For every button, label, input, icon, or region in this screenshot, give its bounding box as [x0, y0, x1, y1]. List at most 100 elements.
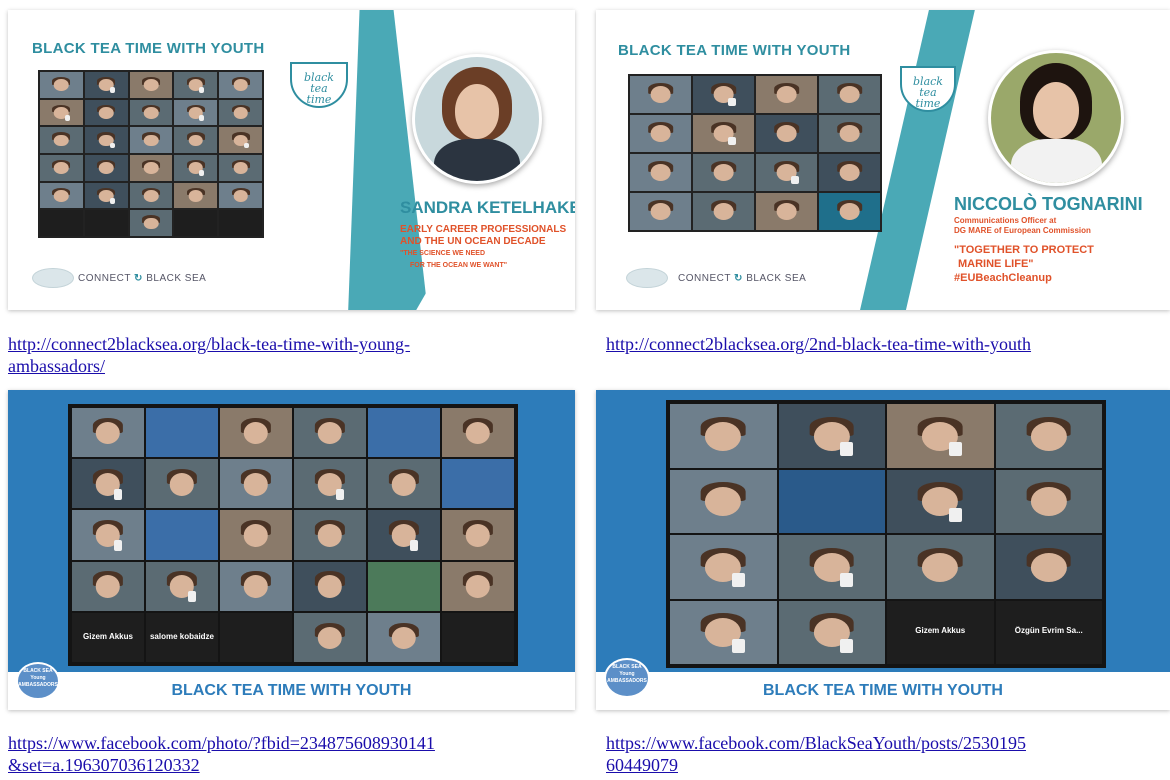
- participant-tile: [995, 404, 1102, 468]
- speaker-role-line-1: Communications Officer at: [954, 216, 1057, 225]
- participant-tile: [129, 127, 173, 153]
- empty-tile: [219, 210, 262, 236]
- participant-tile: [40, 127, 83, 153]
- participant-tile: [219, 99, 262, 126]
- participant-tile: [819, 76, 880, 113]
- participant-tile: [219, 154, 262, 181]
- connect-black-sea-brand: CONNECT ↻ BLACK SEA: [678, 273, 807, 284]
- name-tile: Gizem Akkus: [887, 600, 994, 664]
- participant-tile: [72, 459, 144, 509]
- participant-tile: [40, 182, 83, 209]
- participant-tile: [756, 193, 817, 230]
- participant-tile: [129, 72, 173, 98]
- participant-tile: [174, 72, 218, 98]
- participant-tile: [294, 408, 366, 458]
- zoom-screenshot-2: Gizem Akkus Özgün Evrim Sa... BLACK TEA …: [596, 390, 1170, 710]
- participant-tile: [294, 612, 366, 662]
- participant-tile: [174, 154, 218, 181]
- participant-tile: [887, 469, 994, 533]
- participant-tile: [174, 182, 218, 209]
- participant-tile: [670, 535, 777, 599]
- talk-title-line-2: AND THE UN OCEAN DECADE: [400, 236, 546, 247]
- video-call-grid: [628, 74, 882, 232]
- participant-tile: [778, 535, 885, 599]
- empty-tile: [84, 210, 128, 236]
- video-call-grid: Gizem Akkus salome kobaidze: [70, 406, 516, 664]
- participant-tile: [129, 154, 173, 181]
- footer-title: BLACK TEA TIME WITH YOUTH: [171, 682, 412, 699]
- participant-tile: [819, 193, 880, 230]
- connect-wave-icon: ↻: [734, 273, 743, 284]
- participant-tile: [995, 469, 1102, 533]
- ambassadors-badge-icon: BLACK SEA Young AMBASSADORS: [604, 658, 650, 698]
- participant-tile: [630, 76, 691, 113]
- participant-tile: [368, 612, 440, 662]
- participant-tile: [693, 193, 754, 230]
- participant-tile: [174, 99, 218, 126]
- participant-tile: [40, 99, 83, 126]
- participant-tile: [129, 210, 173, 236]
- hashtag: #EUBeachCleanup: [954, 272, 1052, 284]
- participant-tile: [220, 459, 292, 509]
- participant-tile: [368, 459, 440, 509]
- participant-tile: [368, 561, 440, 611]
- participant-tile: [670, 469, 777, 533]
- participant-tile: [756, 154, 817, 191]
- link-facebook-photo[interactable]: https://www.facebook.com/photo/?fbid=234…: [8, 732, 583, 778]
- participant-tile: [129, 99, 173, 126]
- video-call-grid: [38, 70, 264, 238]
- participant-tile: [778, 600, 885, 664]
- connect-black-sea-brand: CONNECT ↻ BLACK SEA: [78, 273, 207, 284]
- speaker-role-line-2: DG MARE of European Commission: [954, 226, 1091, 235]
- participant-tile: [670, 404, 777, 468]
- black-sea-map-icon: [626, 268, 668, 288]
- participant-tile: [40, 72, 83, 98]
- speaker-name: NICCOLÒ TOGNARINI: [954, 194, 1143, 214]
- participant-tile: [72, 408, 144, 458]
- footer-title: BLACK TEA TIME WITH YOUTH: [763, 682, 1003, 699]
- participant-tile: [693, 115, 754, 152]
- participant-tile: [129, 182, 173, 209]
- event-poster-sandra: BLACK TEA TIME WITH YOUTH black tea time…: [8, 10, 575, 310]
- participant-tile: [219, 182, 262, 209]
- speaker-name: SANDRA KETELHAKE: [400, 198, 575, 217]
- participant-tile: [368, 408, 440, 458]
- participant-tile: [219, 72, 262, 98]
- participant-tile: [84, 182, 128, 209]
- participant-tile: [294, 510, 366, 560]
- ambassadors-badge-icon: BLACK SEA Young AMBASSADORS: [16, 662, 60, 700]
- link-facebook-post[interactable]: https://www.facebook.com/BlackSeaYouth/p…: [606, 732, 1170, 778]
- participant-tile: [778, 469, 885, 533]
- name-tile: salome kobaidze: [146, 612, 218, 662]
- black-sea-map-icon: [32, 268, 74, 288]
- participant-tile: [630, 115, 691, 152]
- participant-tile: [220, 561, 292, 611]
- participant-tile: [294, 561, 366, 611]
- name-tile: Gizem Akkus: [72, 612, 144, 662]
- participant-tile: [146, 408, 218, 458]
- participant-tile: [756, 76, 817, 113]
- poster-title: BLACK TEA TIME WITH YOUTH: [32, 40, 265, 57]
- participant-tile: [72, 561, 144, 611]
- participant-tile: [670, 600, 777, 664]
- participant-tile: [442, 510, 514, 560]
- talk-title-line-1: EARLY CAREER PROFESSIONALS: [400, 224, 567, 235]
- participant-tile: [887, 404, 994, 468]
- link-connect2blacksea-1[interactable]: http://connect2blacksea.org/black-tea-ti…: [8, 333, 578, 379]
- participant-tile: [887, 535, 994, 599]
- participant-tile: [220, 510, 292, 560]
- name-tile: Özgün Evrim Sa...: [995, 600, 1102, 664]
- participant-tile: [442, 459, 514, 509]
- participant-tile: [84, 154, 128, 181]
- empty-tile: [174, 210, 218, 236]
- link-connect2blacksea-2[interactable]: http://connect2blacksea.org/2nd-black-te…: [606, 333, 1170, 357]
- participant-tile: [84, 72, 128, 98]
- empty-tile: [40, 210, 83, 236]
- participant-tile: [219, 127, 262, 153]
- empty-tile: [220, 612, 292, 662]
- talk-quote-line-1: "TOGETHER TO PROTECT: [954, 244, 1094, 256]
- participant-tile: [693, 154, 754, 191]
- poster-footer: BLACK TEA TIME WITH YOUTH: [596, 672, 1170, 710]
- participant-tile: [294, 459, 366, 509]
- participant-tile: [40, 154, 83, 181]
